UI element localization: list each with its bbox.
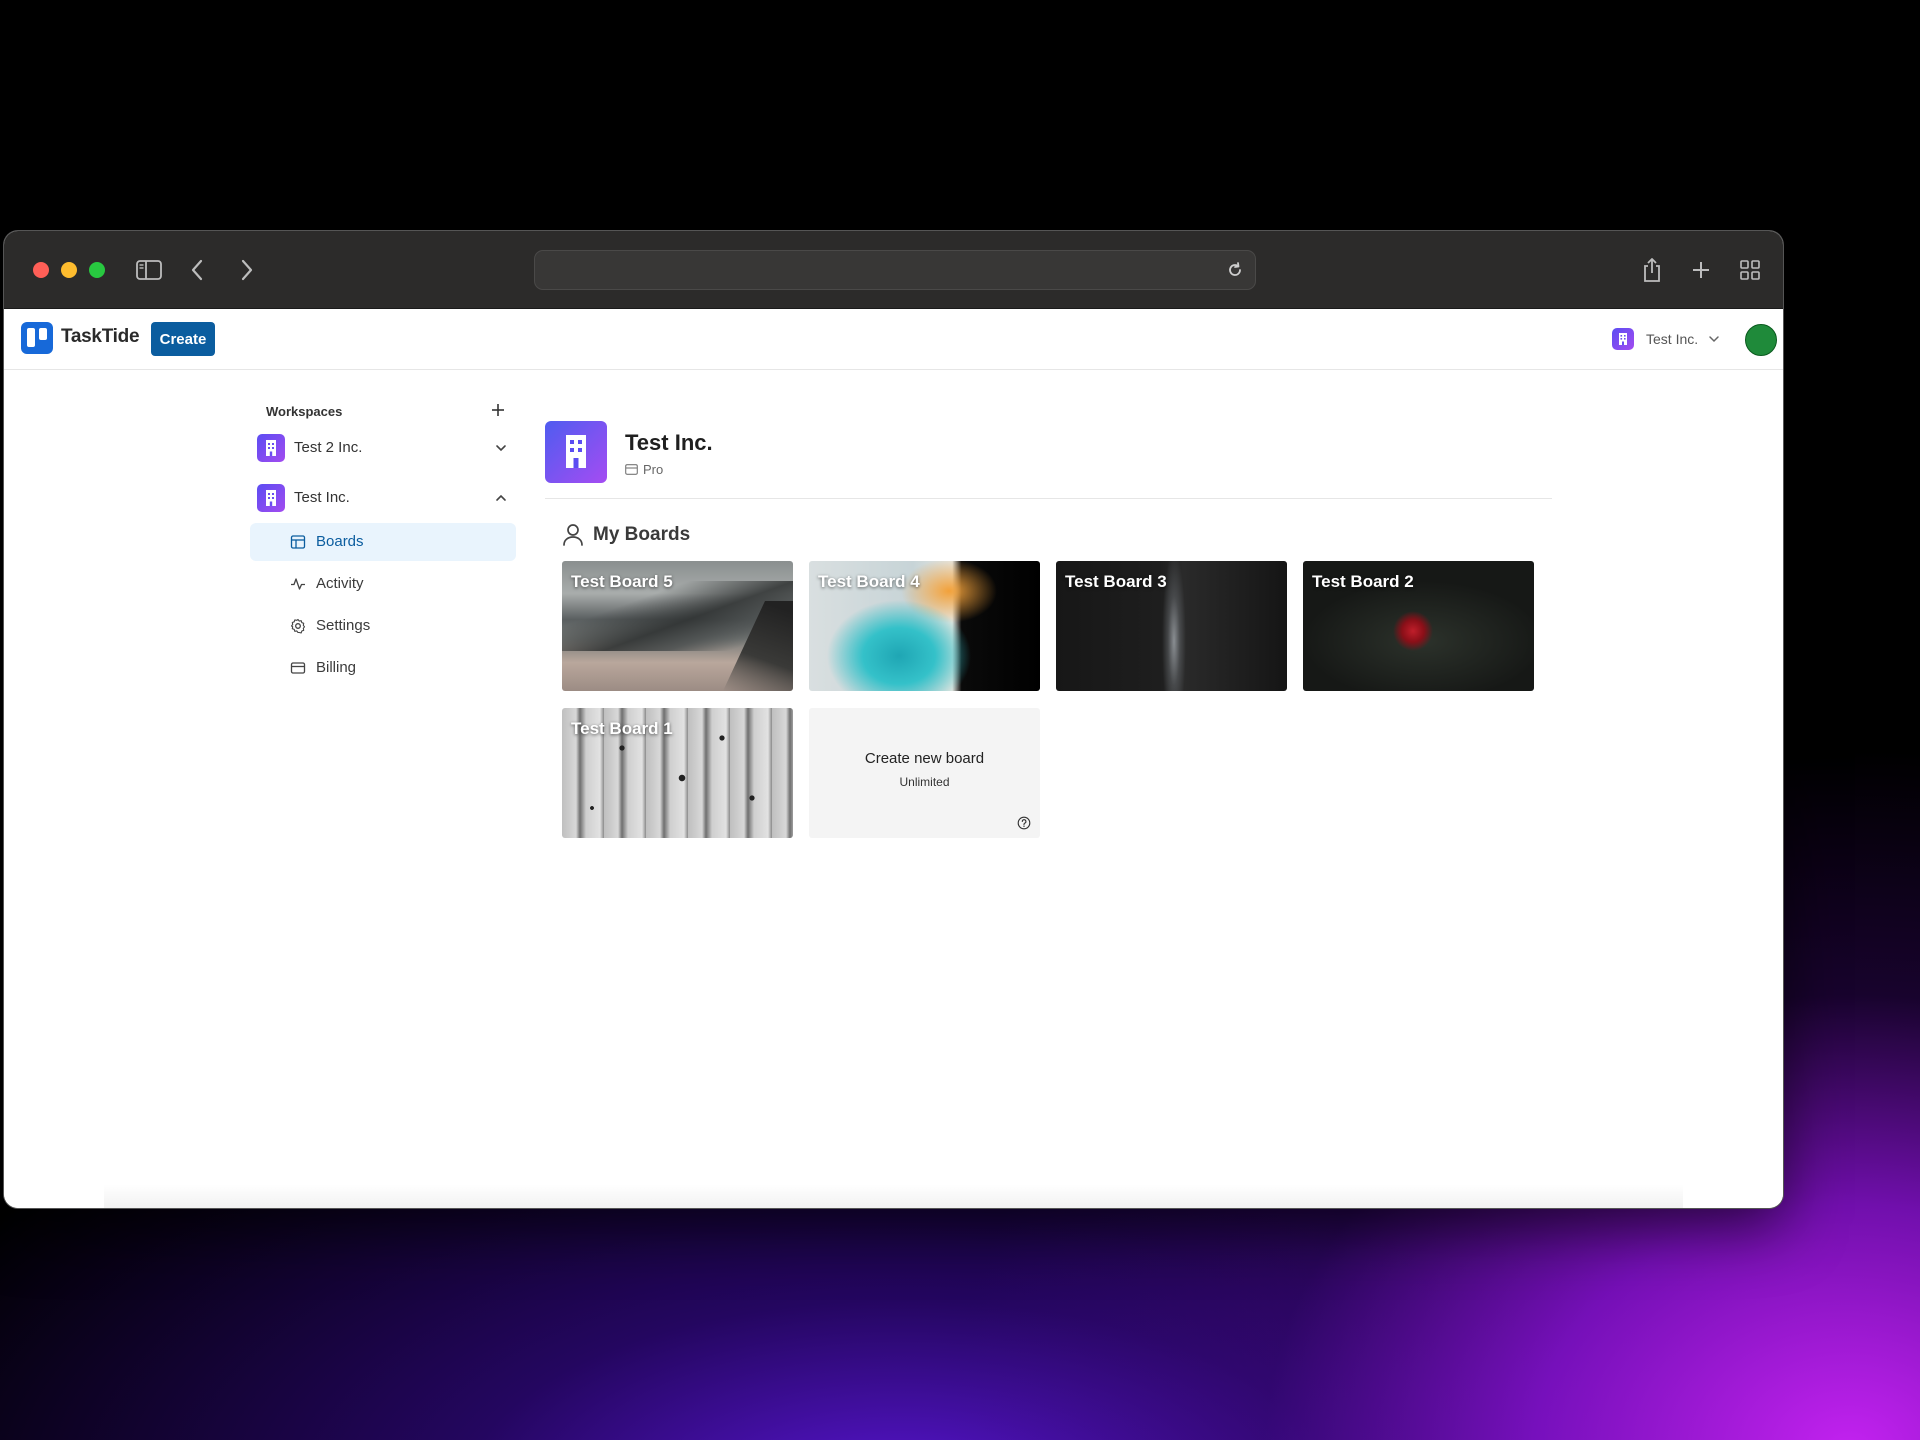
board-card-test-board-4[interactable]: Test Board 4 (809, 561, 1040, 691)
sidebar-item-billing[interactable]: Billing (250, 649, 516, 687)
gear-icon (290, 618, 306, 634)
sidebar-toggle-icon[interactable] (132, 253, 166, 287)
board-card-test-board-1[interactable]: Test Board 1 (562, 708, 793, 838)
organization-name: Test Inc. (625, 430, 713, 455)
section-title: My Boards (593, 524, 691, 545)
workspace-item-test-2-inc[interactable]: Test 2 Inc. (250, 427, 516, 467)
current-workspace-label: Test Inc. (1646, 331, 1699, 347)
my-boards-heading: My Boards (562, 523, 690, 547)
board-card-test-board-5[interactable]: Test Board 5 (562, 561, 793, 691)
sidebar-item-label: Settings (316, 617, 371, 634)
header-divider (545, 498, 1552, 499)
app-name[interactable]: TaskTide (61, 326, 140, 348)
reload-icon[interactable] (1225, 260, 1245, 280)
create-new-board-card[interactable]: Create new board Unlimited (809, 708, 1040, 838)
user-icon (563, 524, 583, 546)
chevron-down-icon[interactable] (494, 441, 508, 455)
board-title: Test Board 4 (818, 572, 920, 591)
workspaces-heading: Workspaces (266, 404, 343, 419)
chevron-down-icon (1709, 336, 1719, 343)
minimize-window-button[interactable] (61, 262, 77, 278)
address-bar[interactable] (534, 250, 1256, 290)
sidebar-item-settings[interactable]: Settings (250, 607, 516, 645)
building-icon (257, 434, 285, 462)
zoom-window-button[interactable] (89, 262, 105, 278)
workspace-item-test-inc[interactable]: Test Inc. (250, 477, 516, 517)
board-icon (290, 535, 306, 549)
sidebar-item-label: Boards (316, 533, 364, 550)
building-icon (1612, 328, 1634, 350)
close-window-button[interactable] (33, 262, 49, 278)
page-bottom-shadow (104, 1184, 1683, 1208)
workspace-name: Test 2 Inc. (294, 439, 363, 456)
app-content: TaskTide Create Test Inc. Workspaces Tes… (4, 309, 1783, 1208)
forward-arrow-icon[interactable] (230, 253, 264, 287)
board-title: Test Board 2 (1312, 572, 1414, 591)
add-workspace-plus-icon[interactable] (488, 400, 508, 420)
app-header: TaskTide Create Test Inc. (4, 309, 1783, 370)
new-tab-plus-icon[interactable] (1684, 253, 1718, 287)
board-card-test-board-2[interactable]: Test Board 2 (1303, 561, 1534, 691)
plan-label: Pro (643, 462, 664, 477)
tab-overview-grid-icon[interactable] (1733, 253, 1767, 287)
workspace-switcher[interactable]: Test Inc. (1612, 327, 1720, 351)
sidebar-item-activity[interactable]: Activity (250, 565, 516, 603)
user-avatar[interactable] (1745, 324, 1777, 356)
create-button[interactable]: Create (151, 322, 215, 356)
back-arrow-icon[interactable] (180, 253, 214, 287)
board-title: Test Board 3 (1065, 572, 1167, 591)
building-icon (257, 484, 285, 512)
credit-card-icon (625, 464, 638, 475)
board-limit-label: Unlimited (899, 775, 950, 789)
board-card-test-board-3[interactable]: Test Board 3 (1056, 561, 1287, 691)
help-circle-icon[interactable] (1017, 816, 1031, 830)
sidebar-item-label: Activity (316, 575, 364, 592)
browser-window: TaskTide Create Test Inc. Workspaces Tes… (4, 231, 1783, 1208)
share-icon[interactable] (1635, 253, 1669, 287)
workspace-name: Test Inc. (294, 489, 350, 506)
browser-toolbar (4, 231, 1783, 309)
sidebar-item-label: Billing (316, 659, 357, 676)
plan-badge: Pro (625, 462, 663, 477)
sidebar-item-boards[interactable]: Boards (250, 523, 516, 561)
board-title: Test Board 5 (571, 572, 673, 591)
organization-building-icon (545, 421, 607, 483)
tasktide-logo-icon[interactable] (21, 322, 53, 354)
create-new-board-label: Create new board (864, 750, 985, 767)
chevron-up-icon[interactable] (494, 491, 508, 505)
credit-card-icon (290, 662, 306, 674)
board-title: Test Board 1 (571, 719, 673, 738)
activity-icon (291, 578, 305, 590)
